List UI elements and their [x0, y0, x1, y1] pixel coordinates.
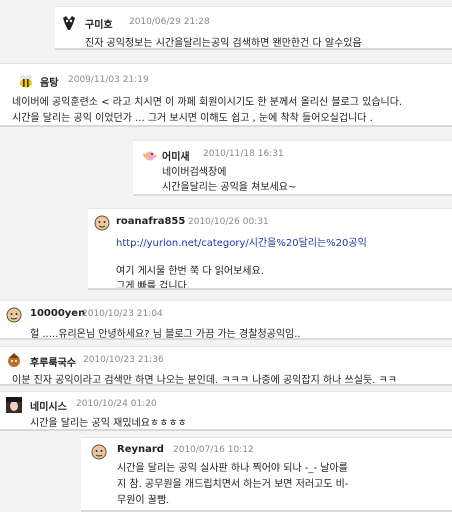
face-icon [91, 444, 107, 460]
comment-date: 2010/11/18 16:31 [203, 149, 284, 159]
comment-text: 시간을 달리는 공익 실사판 하나 찍어야 되나 -_- 날아를 [117, 463, 348, 474]
comment-text: 지 참. 공무원을 개드립치면서 하는거 보면 저러고도 비- [117, 479, 349, 490]
comment-text: 무원이 꿀빰. [117, 495, 170, 506]
comment-card: 10000yen 2010/10/23 21:04 헐 .....유리온님 안녕… [0, 300, 452, 340]
face-icon [6, 307, 22, 323]
comment-text: 이분 진자 공익이라고 검색만 하면 나오는 분인데. ㅋㅋㅋ 나중에 공익잡지… [12, 375, 397, 386]
bird-icon [141, 147, 157, 163]
comment-author[interactable]: roanafra855 [116, 216, 185, 227]
comment-date: 2010/10/23 21:04 [82, 309, 163, 319]
comment-date: 2010/07/16 10:12 [173, 445, 254, 455]
bee-icon [18, 73, 34, 89]
comment-card: Reynard 2010/07/16 10:12 시간을 달리는 공익 실사판 … [81, 437, 452, 512]
comment-text: 네이버검색창에 [162, 167, 227, 178]
comment-author[interactable]: 네미시스 [30, 398, 67, 413]
comment-text: 진자 공익정보는 시간을달리는공익 검색하면 왠만한건 다 알수있음 [85, 38, 362, 49]
comment-card: 후루룩국수 2010/10/23 21:36 이분 진자 공익이라고 검색만 하… [0, 346, 452, 386]
comment-text: 시간을 달리는 공익 재밌네요ㅎㅎㅎㅎ [30, 418, 187, 429]
comment-link[interactable]: http://yurion.net/category/시간을%20달리는%20공… [116, 234, 367, 249]
comment-date: 2009/11/03 21:19 [68, 75, 149, 85]
comment-text: 그게 빠를 겁니다. [116, 281, 190, 290]
comment-date: 2010/10/23 21:36 [83, 355, 164, 365]
comment-date: 2010/10/26 00:31 [188, 217, 269, 227]
comment-card: roanafra855 2010/10/26 00:31 http://yuri… [88, 208, 452, 290]
comment-card: 구미호 2010/06/29 21:28 진자 공익정보는 시간을달리는공익 검… [55, 6, 452, 50]
comment-author[interactable]: 10000yen [30, 308, 85, 319]
mask-icon [61, 15, 77, 31]
face-icon [94, 215, 110, 231]
comment-text: 네이버에 공익훈련소 < 라고 치시면 이 까페 회원이시기도 한 분께서 올리… [12, 97, 403, 108]
comment-author[interactable]: 음탕 [40, 74, 58, 89]
comment-text: 시간을 달리는 공익 이었던가 ... 그거 보시면 이해도 쉽고 , 눈에 착… [12, 113, 373, 124]
comment-card: 네미시스 2010/10/24 01:20 시간을 달리는 공익 재밌네요ㅎㅎㅎ… [0, 391, 452, 431]
comment-card: 음탕 2009/11/03 21:19 네이버에 공익훈련소 < 라고 치시면 … [0, 63, 452, 127]
comment-author[interactable]: Reynard [117, 444, 164, 455]
photo-icon [6, 397, 22, 413]
comment-author[interactable]: 구미호 [85, 16, 113, 31]
comment-author[interactable]: 어미새 [162, 148, 190, 163]
comment-author[interactable]: 후루룩국수 [30, 354, 76, 369]
character-icon [6, 352, 22, 368]
comment-text: 여기 게시물 한번 쭉 다 읽어보세요. [116, 266, 264, 277]
comment-date: 2010/06/29 21:28 [129, 17, 210, 27]
comment-text: 헐 .....유리온님 안녕하세요? 님 블로그 가끔 가는 경찰청공익임.. [30, 329, 301, 340]
comment-text: 시간을달리는 공익을 쳐보세요~ [162, 182, 297, 193]
comment-card: 어미새 2010/11/18 16:31 네이버검색창에 시간을달리는 공익을 … [133, 140, 452, 196]
comment-date: 2010/10/24 01:20 [76, 399, 157, 409]
